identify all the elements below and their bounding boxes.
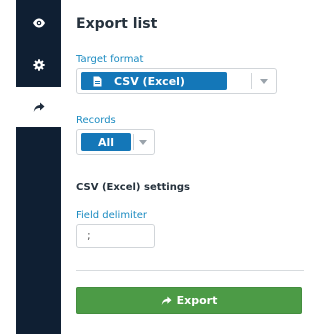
select-divider — [251, 73, 252, 89]
target-format-selected[interactable]: CSV (Excel) — [81, 72, 227, 90]
records-selected[interactable]: All — [81, 133, 131, 151]
settings-button[interactable] — [16, 45, 61, 85]
select-divider — [133, 134, 134, 150]
chevron-down-icon[interactable] — [259, 77, 269, 85]
export-button[interactable]: Export — [76, 287, 302, 314]
eye-icon — [32, 18, 46, 28]
field-delimiter-input[interactable]: ; — [76, 224, 155, 248]
share-arrow-icon — [161, 295, 172, 306]
gear-icon — [32, 59, 45, 71]
field-delimiter-label: Field delimiter — [76, 210, 148, 221]
divider — [76, 270, 304, 271]
sidebar — [16, 0, 62, 334]
settings-heading: CSV (Excel) settings — [76, 182, 190, 193]
export-panel: Export list Target format CSV (Excel) Re… — [76, 0, 304, 334]
view-button[interactable] — [16, 3, 61, 43]
records-select[interactable]: All — [76, 129, 155, 155]
chevron-down-icon[interactable] — [138, 138, 148, 146]
panel-title: Export list — [76, 16, 158, 32]
export-nav-button[interactable] — [16, 87, 62, 127]
target-format-label: Target format — [76, 54, 144, 65]
records-label: Records — [76, 115, 116, 126]
target-format-select[interactable]: CSV (Excel) — [76, 68, 277, 94]
document-icon — [93, 76, 102, 87]
share-arrow-icon — [33, 102, 45, 113]
export-button-label: Export — [176, 294, 218, 307]
target-format-value: CSV (Excel) — [114, 74, 185, 88]
